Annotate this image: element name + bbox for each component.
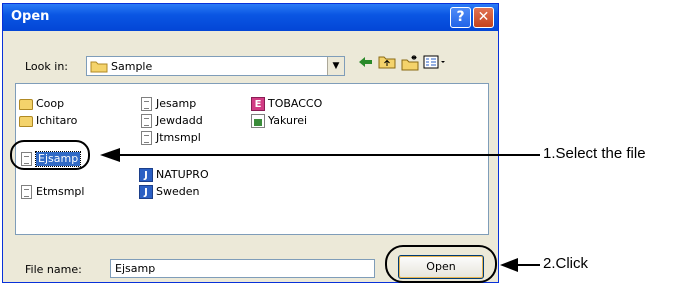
step1-label: 1.Select the file	[543, 145, 646, 162]
arrow-head-1	[100, 148, 120, 162]
step2-label: 2.Click	[543, 255, 589, 272]
arrow-head-2	[500, 258, 518, 272]
callout-arrows	[100, 148, 540, 272]
